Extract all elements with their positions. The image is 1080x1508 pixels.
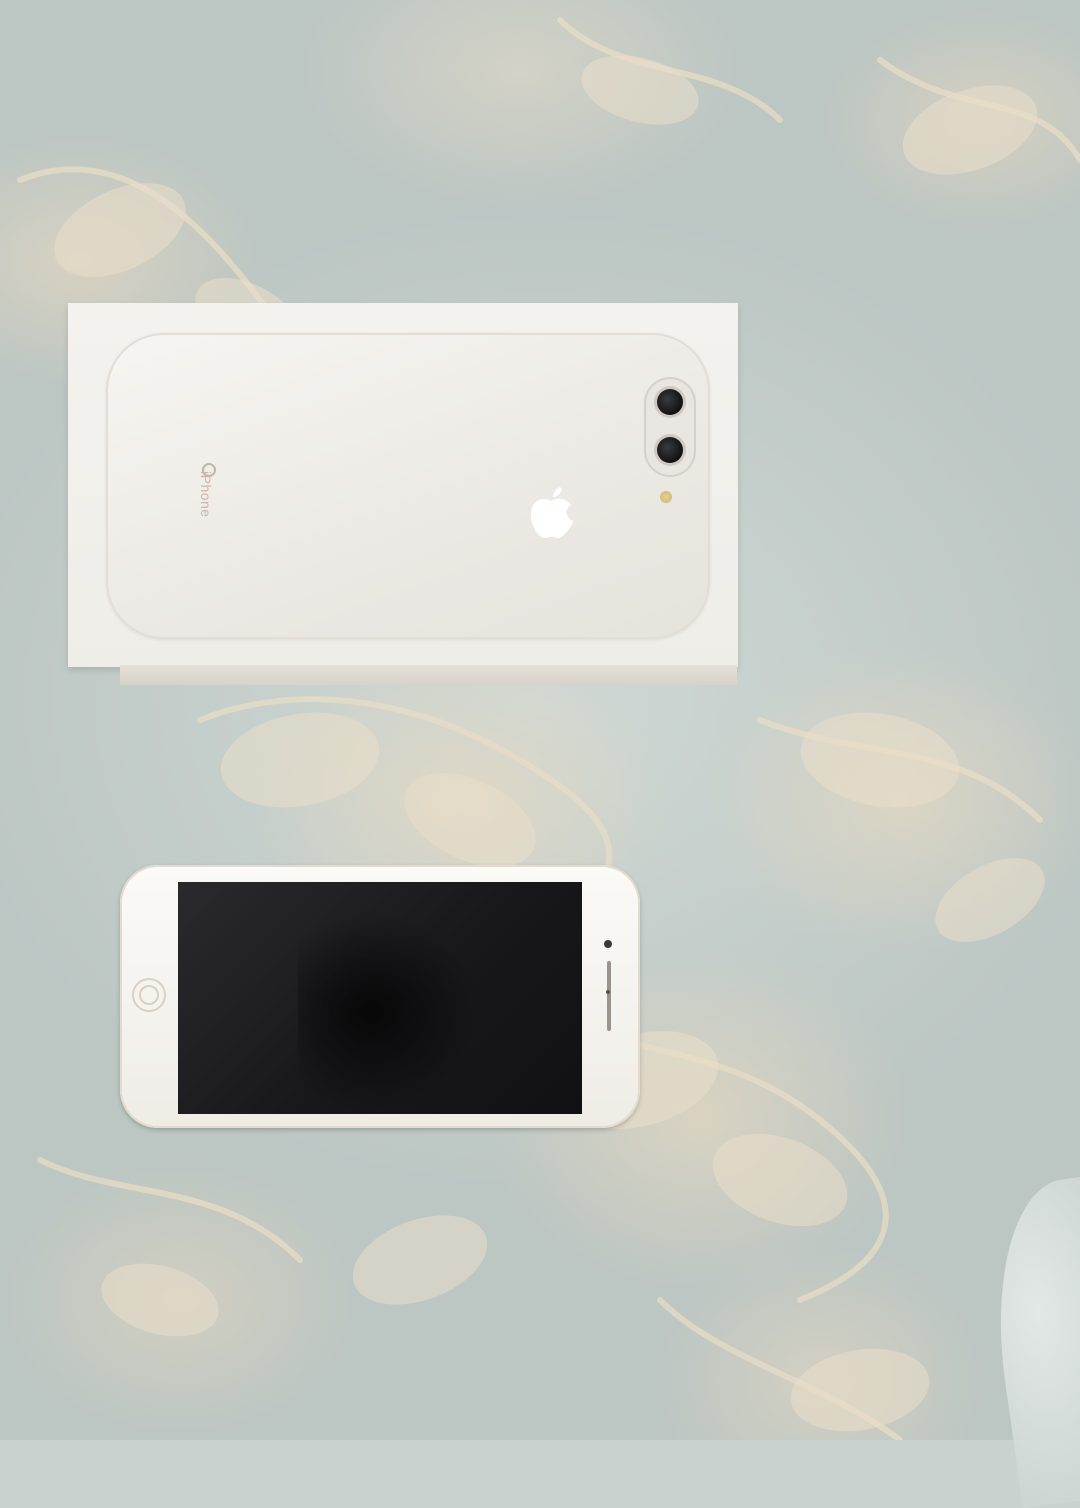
box-phone-image: iPhone [106, 333, 710, 639]
camera-lens-icon [657, 389, 683, 415]
screen-reflection [298, 912, 478, 1112]
floral-pattern-svg [17, 17, 1080, 1440]
speaker-icon [607, 961, 611, 1031]
flash-icon [660, 491, 672, 503]
iphone-box-base [120, 665, 737, 685]
iphone-box-lid: iPhone [68, 303, 738, 667]
phone-screen [178, 882, 582, 1114]
fabric-background [0, 0, 1080, 1508]
camera-lens-icon [657, 437, 683, 463]
dual-camera-bump [644, 377, 696, 477]
box-brand-text: iPhone [198, 471, 214, 518]
home-button-icon [134, 980, 164, 1010]
front-camera-icon [604, 940, 612, 948]
iphone-device [120, 865, 640, 1128]
proximity-sensor [606, 990, 610, 994]
apple-logo-icon [530, 487, 573, 539]
